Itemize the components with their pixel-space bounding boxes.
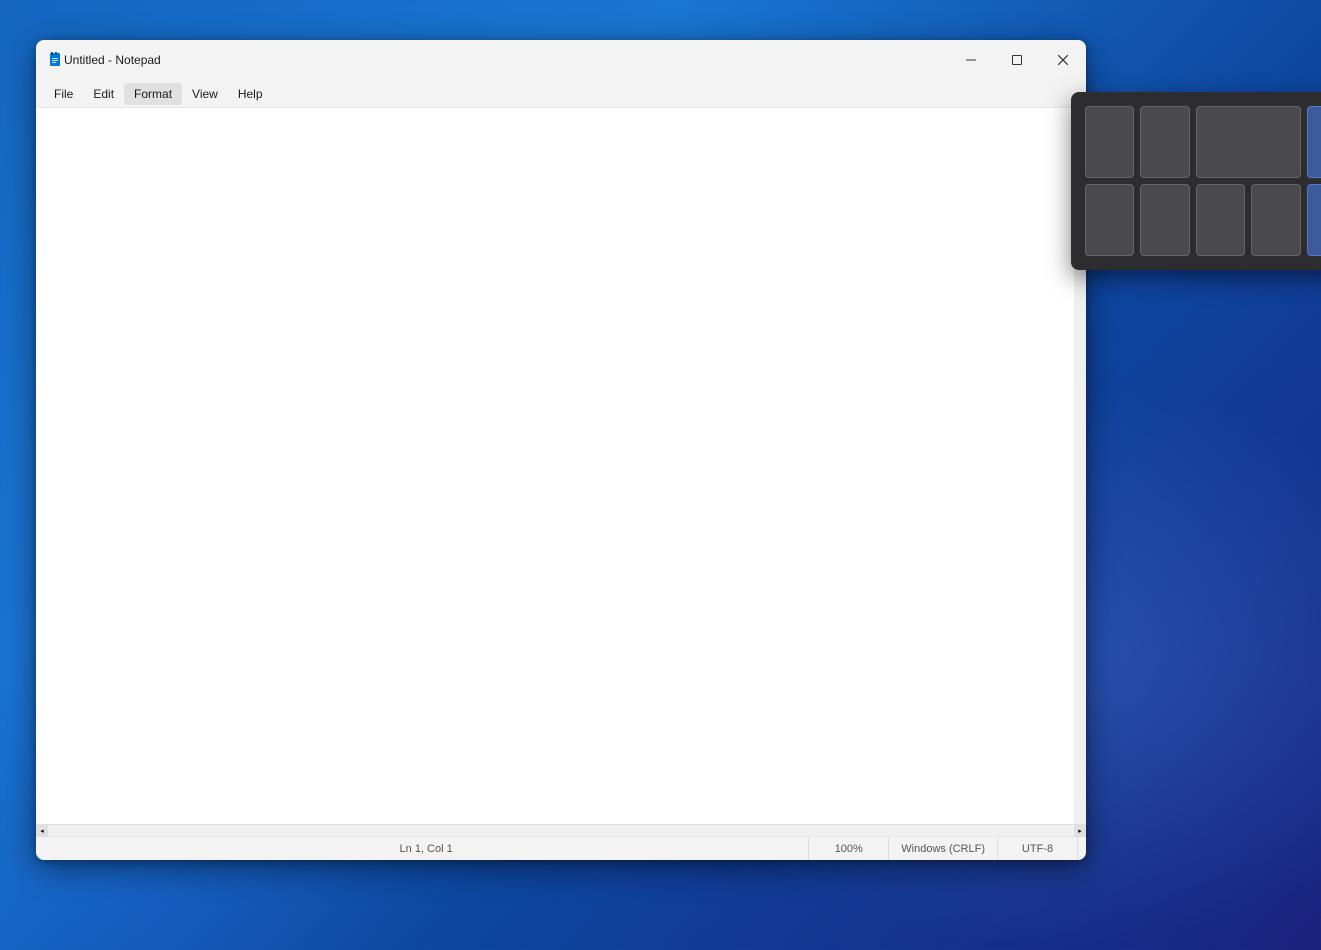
notepad-window: Untitled - Notepad File Edit Format View… [36, 40, 1086, 860]
menu-help[interactable]: Help [228, 83, 273, 105]
fz-cell-r2c1[interactable] [1085, 184, 1134, 256]
maximize-button[interactable] [994, 40, 1040, 80]
fz-cell-r1c3-wide[interactable] [1196, 106, 1301, 178]
title-bar-controls [948, 40, 1086, 80]
fz-cell-r1c5-blue[interactable] [1307, 106, 1321, 178]
scroll-right-arrow[interactable]: ▸ [1074, 825, 1086, 837]
cursor-position: Ln 1, Col 1 [44, 837, 809, 860]
encoding: UTF-8 [998, 837, 1078, 860]
fz-cell-r1c2[interactable] [1140, 106, 1189, 178]
title-bar: Untitled - Notepad [36, 40, 1086, 80]
fz-cell-r2c3[interactable] [1196, 184, 1245, 256]
fz-cell-r2c5-blue[interactable] [1307, 184, 1321, 256]
text-editor[interactable] [36, 108, 1086, 824]
zoom-level: 100% [809, 837, 889, 860]
menu-format[interactable]: Format [124, 83, 182, 105]
line-ending: Windows (CRLF) [889, 837, 998, 860]
menu-edit[interactable]: Edit [83, 83, 124, 105]
text-area-container [36, 108, 1086, 824]
scroll-left-arrow[interactable]: ◂ [36, 825, 48, 837]
close-button[interactable] [1040, 40, 1086, 80]
fz-cell-r2c2[interactable] [1140, 184, 1189, 256]
horizontal-scrollbar[interactable]: ◂ ▸ [36, 824, 1086, 836]
notepad-icon [48, 52, 64, 68]
menu-bar: File Edit Format View Help [36, 80, 1086, 108]
menu-view[interactable]: View [182, 83, 228, 105]
minimize-button[interactable] [948, 40, 994, 80]
fancy-zones-panel [1071, 92, 1321, 270]
window-title: Untitled - Notepad [64, 53, 161, 67]
status-bar: Ln 1, Col 1 100% Windows (CRLF) UTF-8 [36, 836, 1086, 860]
scroll-track [48, 825, 1074, 836]
fz-cell-r2c4[interactable] [1251, 184, 1300, 256]
fz-cell-r1c1[interactable] [1085, 106, 1134, 178]
menu-file[interactable]: File [44, 83, 83, 105]
